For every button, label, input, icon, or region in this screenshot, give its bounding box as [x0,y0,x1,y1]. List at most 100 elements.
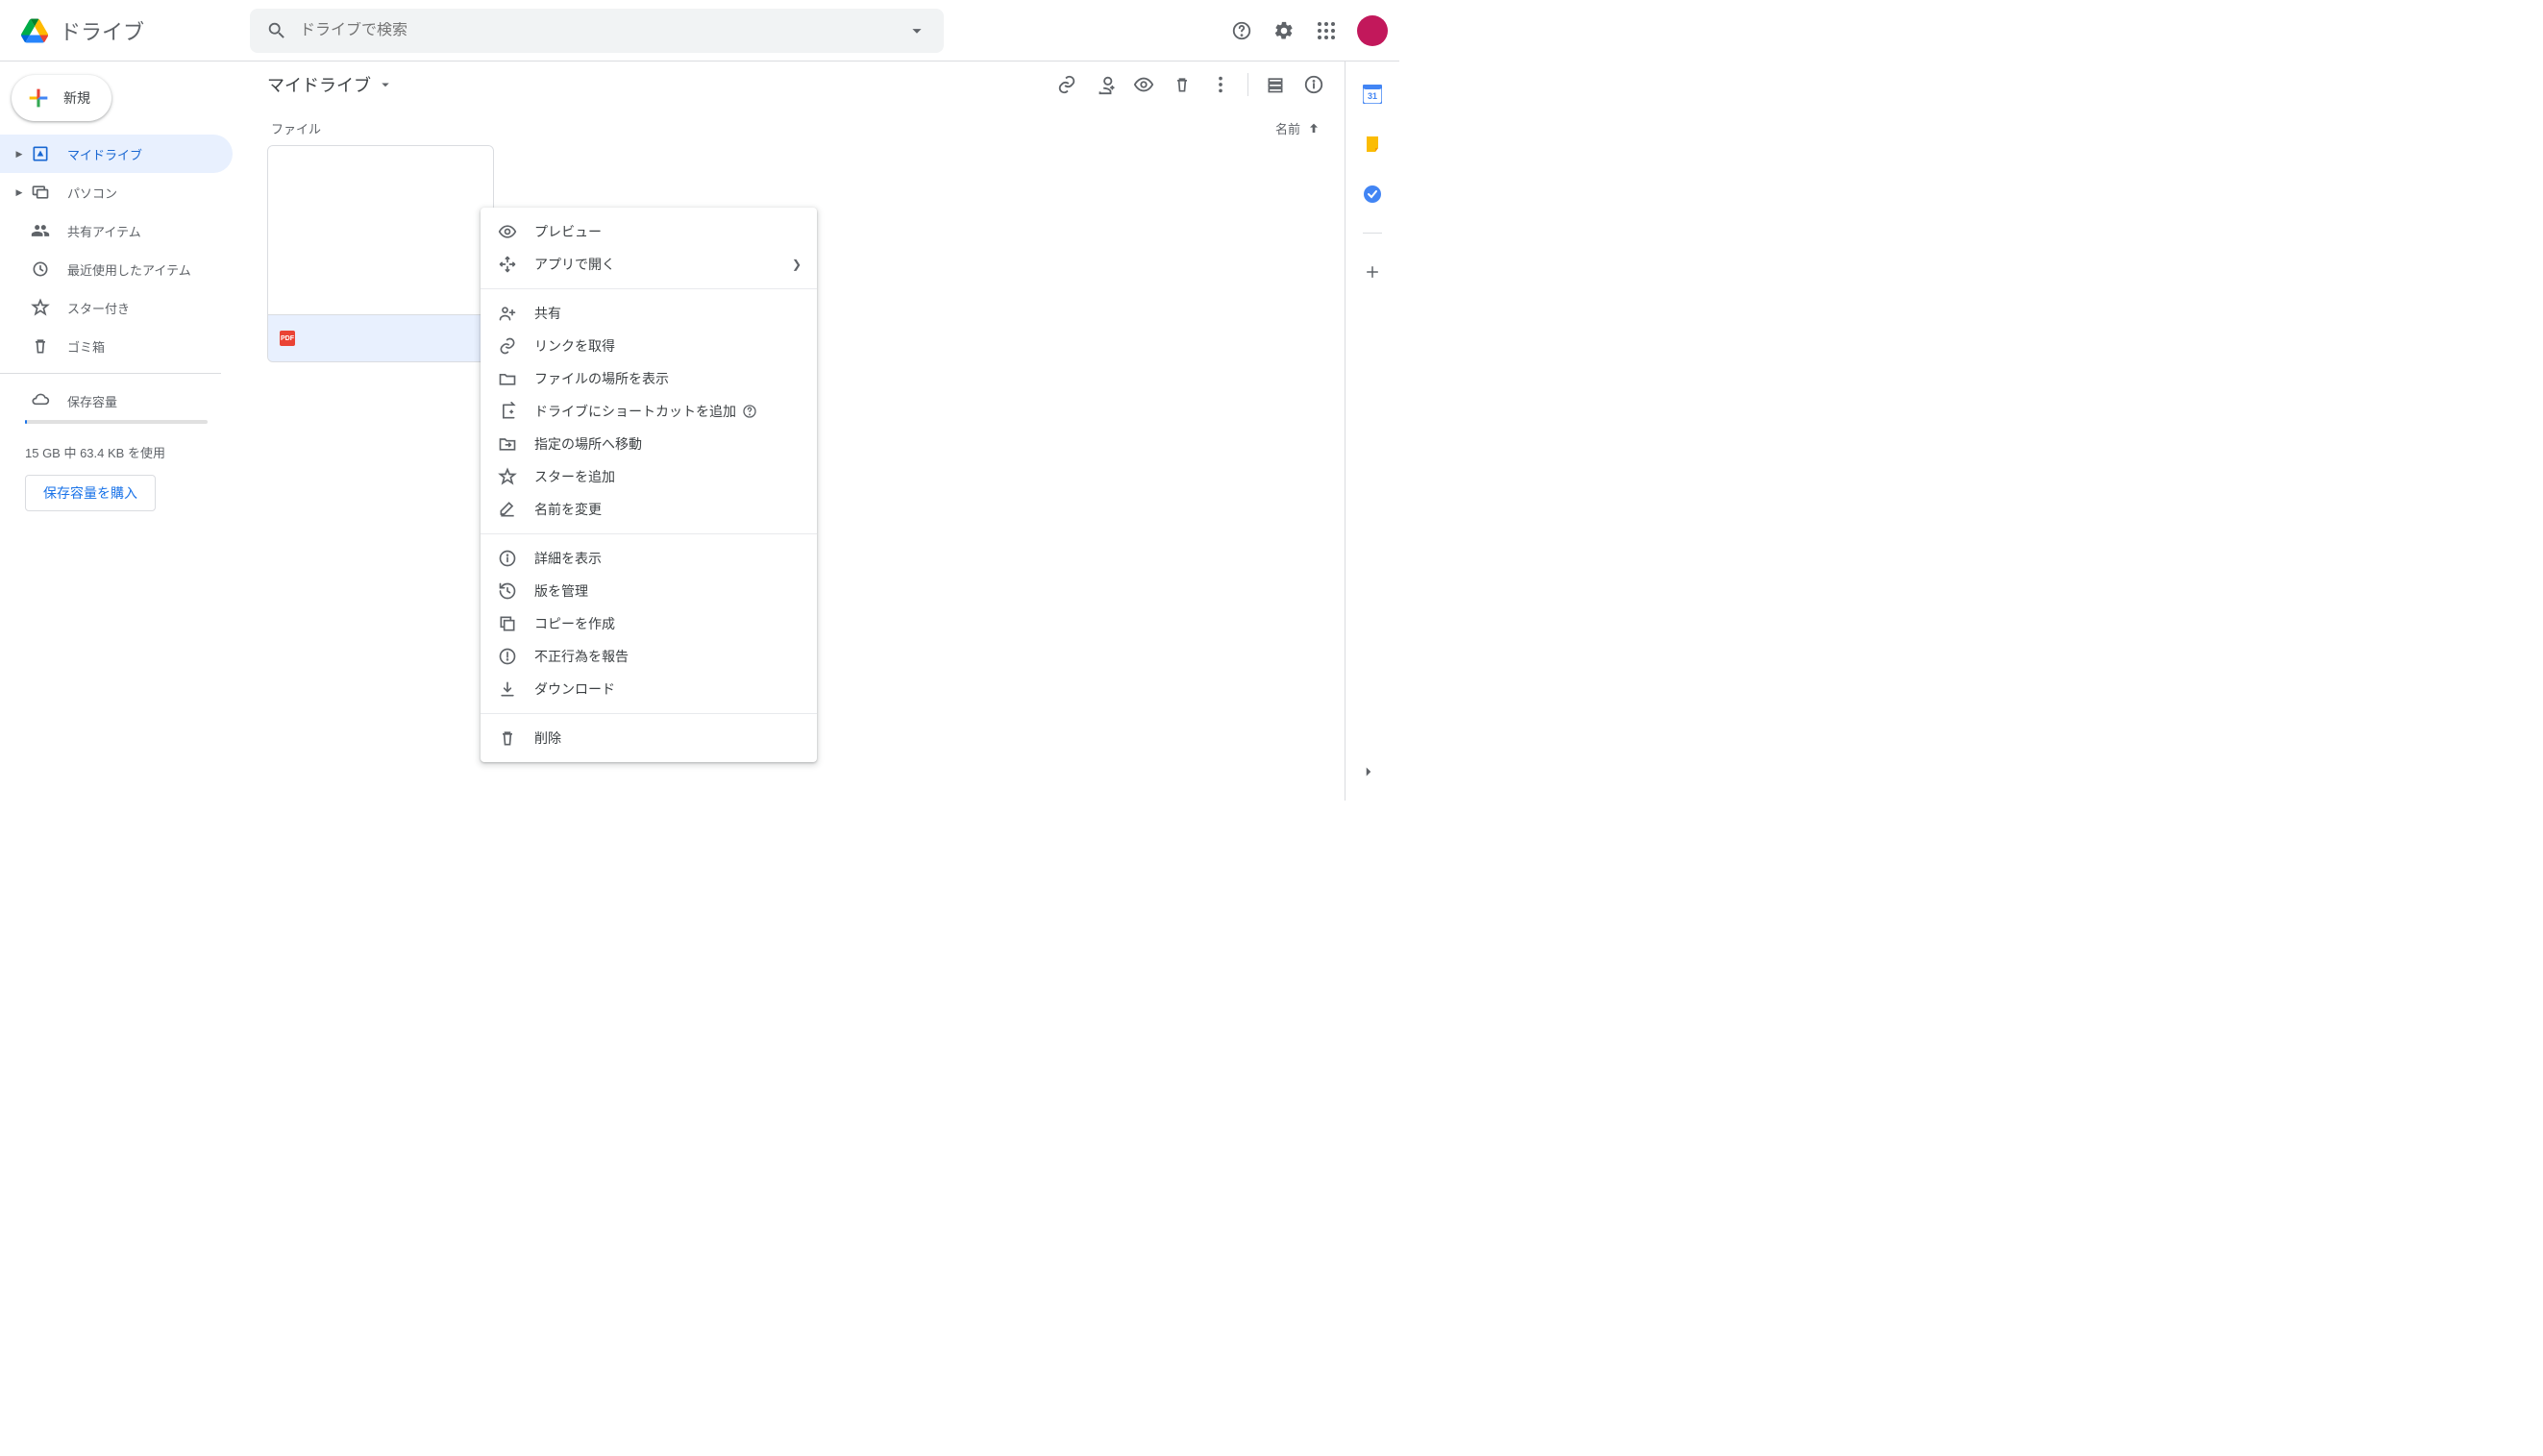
search-options-icon[interactable] [898,12,936,50]
rename-icon [496,498,519,521]
sidebar-item-trash[interactable]: ゴミ箱 [0,327,233,365]
new-button[interactable]: 新規 [12,75,111,121]
sidebar-item-label: 最近使用したアイテム [67,260,191,279]
search-bar [250,9,944,53]
person-add-icon [496,302,519,325]
buy-storage-button[interactable]: 保存容量を購入 [25,475,156,511]
search-icon[interactable] [258,12,296,50]
breadcrumb[interactable]: マイドライブ [267,72,394,97]
toolbar: マイドライブ [248,62,1345,108]
ctx-rename[interactable]: 名前を変更 [481,493,817,526]
divider [481,288,817,289]
shortcut-icon [496,400,519,423]
ctx-move-to[interactable]: 指定の場所へ移動 [481,428,817,460]
ctx-show-location[interactable]: ファイルの場所を表示 [481,362,817,395]
context-menu: プレビュー アプリで開く❯ 共有 リンクを取得 ファイルの場所を表示 ドライブに… [481,208,817,762]
sidebar: 新規 ▶ マイドライブ ▶ パソコン 共有アイテム 最近使用した [0,62,248,801]
sidebar-item-label: パソコン [67,184,117,202]
help-icon [742,404,757,419]
info-icon [496,547,519,570]
sidebar-item-shared[interactable]: 共有アイテム [0,211,233,250]
sort-label: 名前 [1275,119,1300,137]
side-panel: 31 [1346,62,1399,801]
sidebar-item-label: 保存容量 [67,392,117,410]
files-section-label: ファイル [271,119,321,137]
ctx-get-link[interactable]: リンクを取得 [481,330,817,362]
eye-icon [496,220,519,243]
shared-icon [29,219,52,242]
ctx-download[interactable]: ダウンロード [481,673,817,705]
tasks-app-icon[interactable] [1353,175,1392,213]
keep-app-icon[interactable] [1353,125,1392,163]
open-with-icon [496,253,519,276]
computers-icon [29,181,52,204]
download-icon [496,678,519,701]
get-link-icon[interactable] [1048,65,1086,104]
storage-usage-text: 15 GB 中 63.4 KB を使用 [0,435,248,461]
ctx-manage-versions[interactable]: 版を管理 [481,575,817,607]
preview-icon[interactable] [1124,65,1163,104]
copy-icon [496,612,519,635]
arrow-up-icon [1306,121,1321,136]
sidebar-item-label: マイドライブ [67,145,142,163]
sort-button[interactable]: 名前 [1275,119,1321,137]
sidebar-item-storage[interactable]: 保存容量 [0,382,233,420]
dropdown-icon [377,76,394,93]
svg-text:31: 31 [1368,91,1377,101]
calendar-app-icon[interactable]: 31 [1353,75,1392,113]
show-side-panel-icon[interactable] [1349,753,1388,791]
settings-icon[interactable] [1265,12,1303,50]
star-icon [496,465,519,488]
ctx-share[interactable]: 共有 [481,297,817,330]
plus-icon [25,85,52,111]
app-header: ドライブ [0,0,1399,62]
sidebar-item-recent[interactable]: 最近使用したアイテム [0,250,233,288]
file-thumbnail [268,146,493,315]
divider [1247,73,1248,96]
my-drive-icon [29,142,52,165]
cloud-icon [29,389,52,412]
drive-logo-icon [15,12,54,50]
ctx-add-star[interactable]: スターを追加 [481,460,817,493]
sidebar-item-starred[interactable]: スター付き [0,288,233,327]
chevron-right-icon: ❯ [792,258,802,271]
more-actions-icon[interactable] [1201,65,1240,104]
trash-icon [29,334,52,358]
link-icon [496,334,519,358]
view-list-icon[interactable] [1256,65,1295,104]
brand-label: ドライブ [54,15,144,46]
file-card[interactable]: PDF [267,145,494,362]
divider [1363,233,1382,234]
ctx-remove[interactable]: 削除 [481,722,817,754]
ctx-preview[interactable]: プレビュー [481,215,817,248]
remove-icon[interactable] [1163,65,1201,104]
sidebar-item-computers[interactable]: ▶ パソコン [0,173,233,211]
divider [0,373,221,374]
sidebar-item-label: 共有アイテム [67,222,141,240]
ctx-details[interactable]: 詳細を表示 [481,542,817,575]
ctx-report-abuse[interactable]: 不正行為を報告 [481,640,817,673]
brand[interactable]: ドライブ [12,12,250,50]
apps-icon[interactable] [1307,12,1346,50]
share-icon[interactable] [1086,65,1124,104]
header-actions [1222,12,1392,50]
divider [481,713,817,714]
ctx-open-with[interactable]: アプリで開く❯ [481,248,817,281]
ctx-make-copy[interactable]: コピーを作成 [481,607,817,640]
support-icon[interactable] [1222,12,1261,50]
get-addons-icon[interactable] [1353,253,1392,291]
ctx-add-shortcut[interactable]: ドライブにショートカットを追加 [481,395,817,428]
recent-icon [29,258,52,281]
search-input[interactable] [296,22,898,39]
expand-icon[interactable]: ▶ [10,187,29,198]
report-icon [496,645,519,668]
sidebar-item-my-drive[interactable]: ▶ マイドライブ [0,135,233,173]
move-to-icon [496,432,519,456]
view-details-icon[interactable] [1295,65,1333,104]
expand-icon[interactable]: ▶ [10,149,29,160]
trash-icon [496,727,519,750]
breadcrumb-label: マイドライブ [267,72,371,97]
folder-icon [496,367,519,390]
storage-bar [25,420,208,424]
account-avatar[interactable] [1357,15,1388,46]
